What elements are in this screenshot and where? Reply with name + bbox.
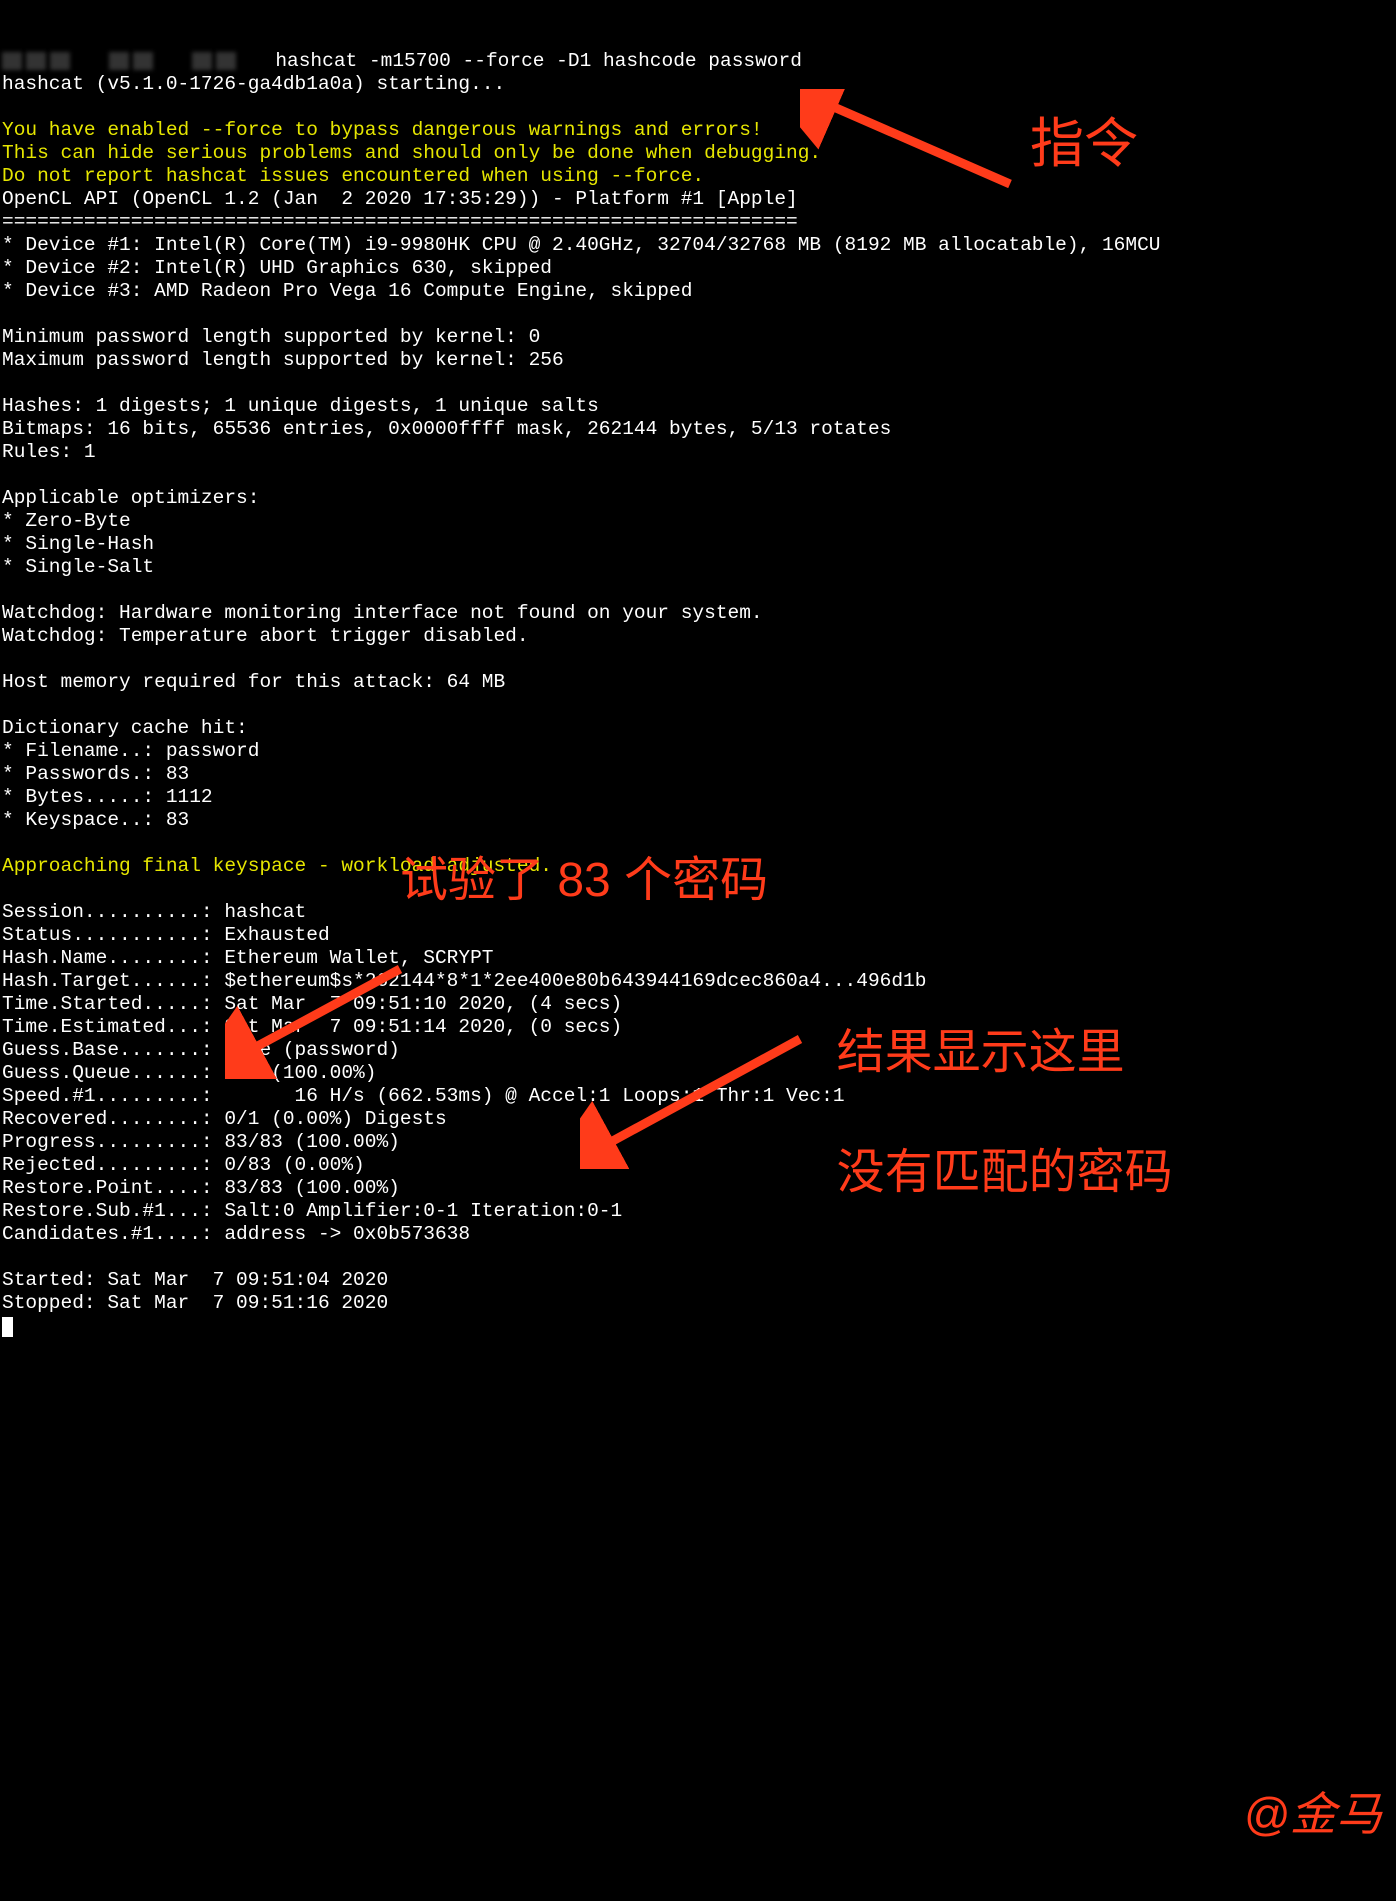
line-wd1: Watchdog: Hardware monitoring interface … — [2, 602, 763, 624]
line-warn3: Do not report hashcat issues encountered… — [2, 165, 704, 187]
line-bytes: * Bytes.....: 1112 — [2, 786, 213, 808]
line-dev2: * Device #2: Intel(R) UHD Graphics 630, … — [2, 257, 552, 279]
line-maxpw: Maximum password length supported by ker… — [2, 349, 564, 371]
line-session: Session..........: hashcat — [2, 901, 306, 923]
line-starting: hashcat (v5.1.0-1726-ga4db1a0a) starting… — [2, 73, 505, 95]
line-hostmem: Host memory required for this attack: 64… — [2, 671, 505, 693]
line-bitmaps: Bitmaps: 16 bits, 65536 entries, 0x0000f… — [2, 418, 891, 440]
line-dev1: * Device #1: Intel(R) Core(TM) i9-9980HK… — [2, 234, 1161, 256]
line-minpw: Minimum password length supported by ker… — [2, 326, 540, 348]
line-dev3: * Device #3: AMD Radeon Pro Vega 16 Comp… — [2, 280, 692, 302]
line-warn2: This can hide serious problems and shoul… — [2, 142, 821, 164]
line-dch: Dictionary cache hit: — [2, 717, 248, 739]
terminal-output[interactable]: hashcat -m15700 --force -D1 hashcode pas… — [0, 23, 1163, 1342]
watermark: @金马 — [1243, 1787, 1382, 1841]
prompt-blur — [2, 50, 275, 72]
line-test: Time.Estimated...: Sat Mar 7 09:51:14 20… — [2, 1016, 622, 1038]
line-stopped: Stopped: Sat Mar 7 09:51:16 2020 — [2, 1292, 388, 1314]
line-prog: Progress.........: 83/83 (100.00%) — [2, 1131, 400, 1153]
line-hashes: Hashes: 1 digests; 1 unique digests, 1 u… — [2, 395, 599, 417]
line-approach: Approaching final keyspace - workload ad… — [2, 855, 552, 877]
line-rsub: Restore.Sub.#1...: Salt:0 Amplifier:0-1 … — [2, 1200, 622, 1222]
line-tstart: Time.Started.....: Sat Mar 7 09:51:10 20… — [2, 993, 622, 1015]
line-gbase: Guess.Base.......: File (password) — [2, 1039, 400, 1061]
line-sep: ========================================… — [2, 211, 798, 233]
line-rej: Rejected.........: 0/83 (0.00%) — [2, 1154, 365, 1176]
line-started: Started: Sat Mar 7 09:51:04 2020 — [2, 1269, 388, 1291]
line-hashtgt: Hash.Target......: $ethereum$s*262144*8*… — [2, 970, 926, 992]
line-rpoint: Restore.Point....: 83/83 (100.00%) — [2, 1177, 400, 1199]
line-pw: * Passwords.: 83 — [2, 763, 189, 785]
line-opencl: OpenCL API (OpenCL 1.2 (Jan 2 2020 17:35… — [2, 188, 798, 210]
line-cand: Candidates.#1....: address -> 0x0b573638 — [2, 1223, 470, 1245]
command-line: hashcat -m15700 --force -D1 hashcode pas… — [275, 50, 802, 72]
line-speed: Speed.#1.........: 16 H/s (662.53ms) @ A… — [2, 1085, 845, 1107]
line-gqueue: Guess.Queue......: 1/1 (100.00%) — [2, 1062, 376, 1084]
line-recov: Recovered........: 0/1 (0.00%) Digests — [2, 1108, 447, 1130]
cursor — [2, 1317, 13, 1337]
line-fn: * Filename..: password — [2, 740, 259, 762]
line-opt3: * Single-Salt — [2, 556, 154, 578]
line-warn1: You have enabled --force to bypass dange… — [2, 119, 763, 141]
line-hashname: Hash.Name........: Ethereum Wallet, SCRY… — [2, 947, 493, 969]
line-ks: * Keyspace..: 83 — [2, 809, 189, 831]
line-status: Status...........: Exhausted — [2, 924, 330, 946]
line-wd2: Watchdog: Temperature abort trigger disa… — [2, 625, 529, 647]
line-opt1: * Zero-Byte — [2, 510, 131, 532]
line-rules: Rules: 1 — [2, 441, 96, 463]
line-appopt: Applicable optimizers: — [2, 487, 259, 509]
line-opt2: * Single-Hash — [2, 533, 154, 555]
